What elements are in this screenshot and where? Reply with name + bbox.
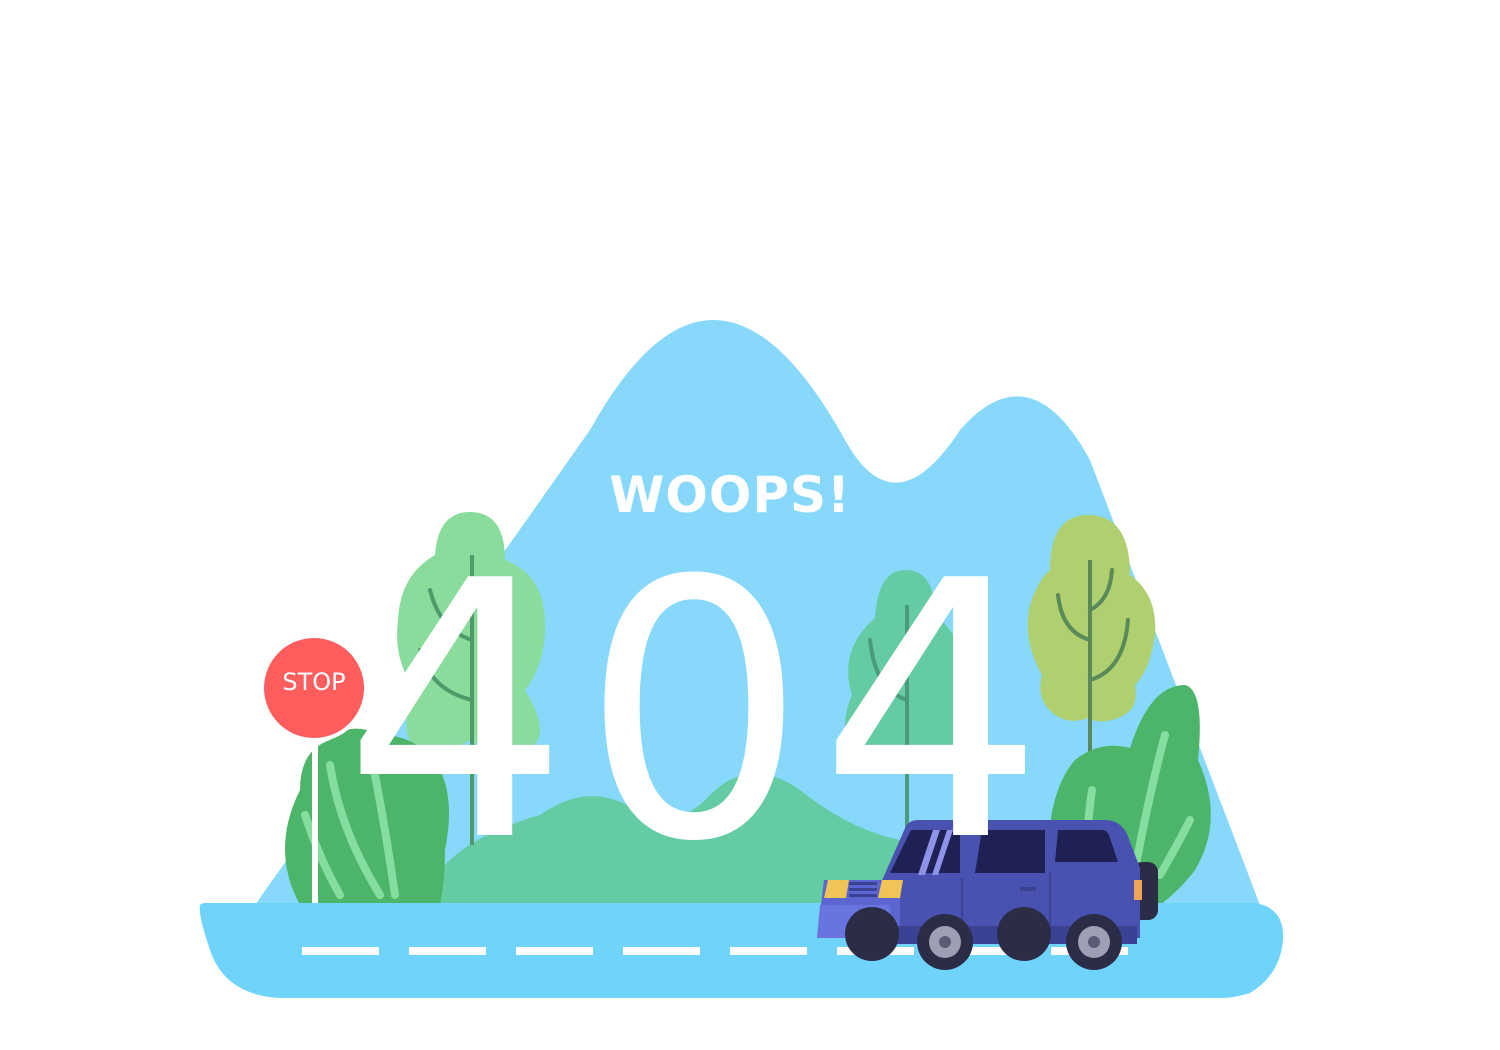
stop-sign-label: STOP [282,668,346,696]
error-404-page: WOOPS! 404 STOP [0,0,1500,1050]
error-code-404: 404 [343,505,1057,919]
